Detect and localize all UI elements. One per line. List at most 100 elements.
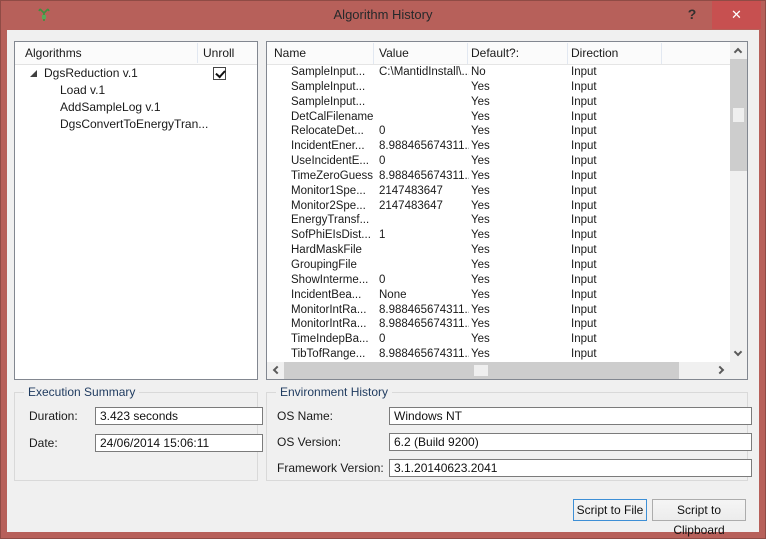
table-row[interactable]: SampleInput... Yes Input (267, 95, 730, 110)
script-to-file-button[interactable]: Script to File (573, 499, 647, 521)
os-name-row: OS Name: (277, 407, 743, 425)
table-viewport: Name Value Default?: Direction SampleInp… (267, 42, 730, 362)
table-row[interactable]: TimeIndepBa... 0 Yes Input (267, 332, 730, 347)
horizontal-scrollbar[interactable] (267, 362, 730, 379)
cell-default: Yes (471, 273, 567, 288)
column-header-value[interactable]: Value (379, 42, 409, 64)
cell-default: Yes (471, 258, 567, 273)
cell-default: Yes (471, 213, 567, 228)
duration-field[interactable] (95, 407, 263, 425)
cell-default: Yes (471, 80, 567, 95)
vertical-scrollbar[interactable] (730, 42, 747, 362)
cell-name: SampleInput... (291, 65, 377, 80)
tree-header-algorithms: Algorithms (25, 42, 82, 64)
help-button[interactable]: ? (680, 0, 704, 29)
scroll-up-button[interactable] (730, 42, 747, 59)
unroll-checkbox[interactable] (213, 67, 226, 80)
tree-item-label: AddSampleLog v.1 (60, 99, 161, 116)
table-row[interactable]: RelocateDet... 0 Yes Input (267, 124, 730, 139)
cell-direction: Input (571, 347, 671, 362)
column-header-name[interactable]: Name (274, 42, 306, 64)
cell-value: 8.988465674311... (379, 317, 469, 332)
column-header-default[interactable]: Default?: (471, 42, 519, 64)
tree-header-separator (197, 43, 198, 63)
table-row[interactable]: IncidentBea... None Yes Input (267, 288, 730, 303)
tree-children: Load v.1 AddSampleLog v.1 DgsConvertToEn… (15, 82, 257, 133)
cell-direction: Input (571, 243, 671, 258)
close-icon: ✕ (731, 7, 742, 22)
vertical-scroll-thumb[interactable] (730, 59, 747, 171)
date-field[interactable] (95, 434, 263, 452)
tree-item-label: Load v.1 (60, 82, 105, 99)
cell-direction: Input (571, 303, 671, 318)
cell-name: SampleInput... (291, 95, 377, 110)
cell-value: C:\MantidInstall\... (379, 65, 469, 80)
date-row: Date: (29, 434, 253, 452)
cell-default: Yes (471, 332, 567, 347)
table-row[interactable]: Monitor2Spe... 2147483647 Yes Input (267, 199, 730, 214)
script-to-clipboard-button[interactable]: Script to Clipboard (652, 499, 746, 521)
cell-name: GroupingFile (291, 258, 377, 273)
table-row[interactable]: Monitor1Spe... 2147483647 Yes Input (267, 184, 730, 199)
cell-default: Yes (471, 243, 567, 258)
dialog-content: Algorithms Unroll DgsReduction v.1 Load … (7, 30, 759, 532)
cell-name: EnergyTransf... (291, 213, 377, 228)
properties-table-panel: Name Value Default?: Direction SampleInp… (266, 41, 748, 380)
table-row[interactable]: DetCalFilename Yes Input (267, 110, 730, 125)
tree-item[interactable]: Load v.1 (15, 82, 257, 99)
table-row[interactable]: MonitorIntRa... 8.988465674311... Yes In… (267, 303, 730, 318)
framework-version-row: Framework Version: (277, 459, 743, 477)
cell-value: 2147483647 (379, 199, 469, 214)
table-row[interactable]: ShowInterme... 0 Yes Input (267, 273, 730, 288)
cell-value: 0 (379, 124, 469, 139)
table-row[interactable]: IncidentEner... 8.988465674311... Yes In… (267, 139, 730, 154)
table-row[interactable]: HardMaskFile Yes Input (267, 243, 730, 258)
os-version-field[interactable] (389, 433, 752, 451)
horizontal-scroll-thumb[interactable] (284, 362, 679, 379)
scroll-grip (733, 108, 744, 122)
table-row[interactable]: EnergyTransf... Yes Input (267, 213, 730, 228)
chevron-up-icon (734, 48, 742, 56)
cell-direction: Input (571, 139, 671, 154)
title-bar[interactable]: Algorithm History ? ✕ (0, 0, 766, 30)
execution-summary-group: Execution Summary Duration: Date: (14, 392, 258, 481)
cell-default: Yes (471, 303, 567, 318)
execution-summary-title: Execution Summary (24, 385, 139, 399)
table-row[interactable]: GroupingFile Yes Input (267, 258, 730, 273)
scroll-left-button[interactable] (267, 362, 284, 379)
chevron-down-icon (734, 348, 742, 356)
framework-version-field[interactable] (389, 459, 752, 477)
cell-value: 2147483647 (379, 184, 469, 199)
cell-name: TibTofRange... (291, 347, 377, 362)
cell-default: Yes (471, 95, 567, 110)
table-row[interactable]: TibTofRange... 8.988465674311... Yes Inp… (267, 347, 730, 362)
cell-value: 8.988465674311... (379, 347, 469, 362)
cell-direction: Input (571, 80, 671, 95)
close-button[interactable]: ✕ (712, 1, 761, 29)
cell-default: Yes (471, 317, 567, 332)
scroll-down-button[interactable] (730, 345, 747, 362)
cell-name: TimeZeroGuess (291, 169, 377, 184)
table-row[interactable]: MonitorIntRa... 8.988465674311... Yes In… (267, 317, 730, 332)
column-separator (661, 43, 662, 64)
table-row[interactable]: SampleInput... C:\MantidInstall\... No I… (267, 65, 730, 80)
tree-item[interactable]: DgsConvertToEnergyTran... (15, 116, 257, 133)
tree-item-label: DgsConvertToEnergyTran... (60, 116, 208, 133)
tree-item-root[interactable]: DgsReduction v.1 (15, 65, 257, 82)
cell-direction: Input (571, 228, 671, 243)
tree-item[interactable]: AddSampleLog v.1 (15, 99, 257, 116)
table-row[interactable]: SofPhiEIsDist... 1 Yes Input (267, 228, 730, 243)
cell-direction: Input (571, 273, 671, 288)
cell-value: 0 (379, 332, 469, 347)
os-name-field[interactable] (389, 407, 752, 425)
cell-name: SofPhiEIsDist... (291, 228, 377, 243)
cell-default: Yes (471, 184, 567, 199)
cell-name: IncidentEner... (291, 139, 377, 154)
scroll-right-button[interactable] (713, 362, 730, 379)
table-row[interactable]: TimeZeroGuess 8.988465674311... Yes Inpu… (267, 169, 730, 184)
column-header-direction[interactable]: Direction (571, 42, 618, 64)
cell-default: Yes (471, 288, 567, 303)
table-row[interactable]: UseIncidentE... 0 Yes Input (267, 154, 730, 169)
table-row[interactable]: SampleInput... Yes Input (267, 80, 730, 95)
expand-arrow-icon[interactable] (30, 70, 37, 77)
